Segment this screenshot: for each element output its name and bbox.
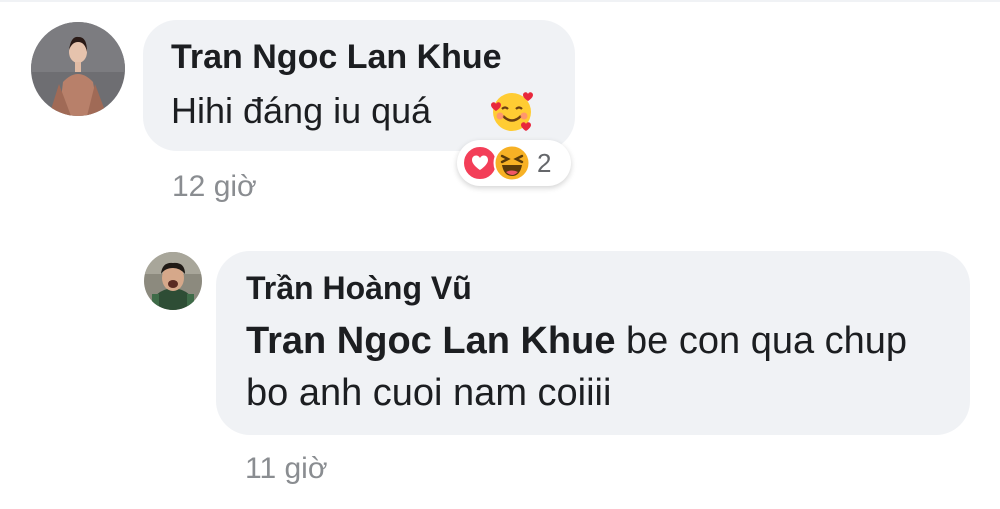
comment-author[interactable]: Tran Ngoc Lan Khue <box>171 38 502 77</box>
reaction-summary[interactable]: 2 <box>457 140 571 186</box>
comment-text: Hihi đáng iu quá <box>171 90 432 131</box>
avatar[interactable] <box>31 22 125 116</box>
reply-avatar[interactable] <box>144 252 202 310</box>
haha-reaction-icon <box>493 144 531 182</box>
divider <box>0 0 1000 2</box>
reply-bubble: Trần Hoàng Vũ Tran Ngoc Lan Khue be con … <box>216 251 970 435</box>
comment-bubble: Tran Ngoc Lan Khue Hihi đáng iu quá <box>143 20 575 151</box>
reply-author[interactable]: Trần Hoàng Vũ <box>246 270 472 307</box>
smiling-face-with-hearts-icon <box>491 92 533 131</box>
comment-thread: Tran Ngoc Lan Khue Hihi đáng iu quá 2 12… <box>0 0 1000 509</box>
reply-timestamp[interactable]: 11 giờ <box>245 452 328 486</box>
mention-link[interactable]: Tran Ngoc Lan Khue <box>246 320 615 362</box>
comment-timestamp[interactable]: 12 giờ <box>172 170 257 204</box>
reaction-count: 2 <box>537 148 552 178</box>
reply-text: Tran Ngoc Lan Khue be con qua chup bo an… <box>246 315 946 419</box>
